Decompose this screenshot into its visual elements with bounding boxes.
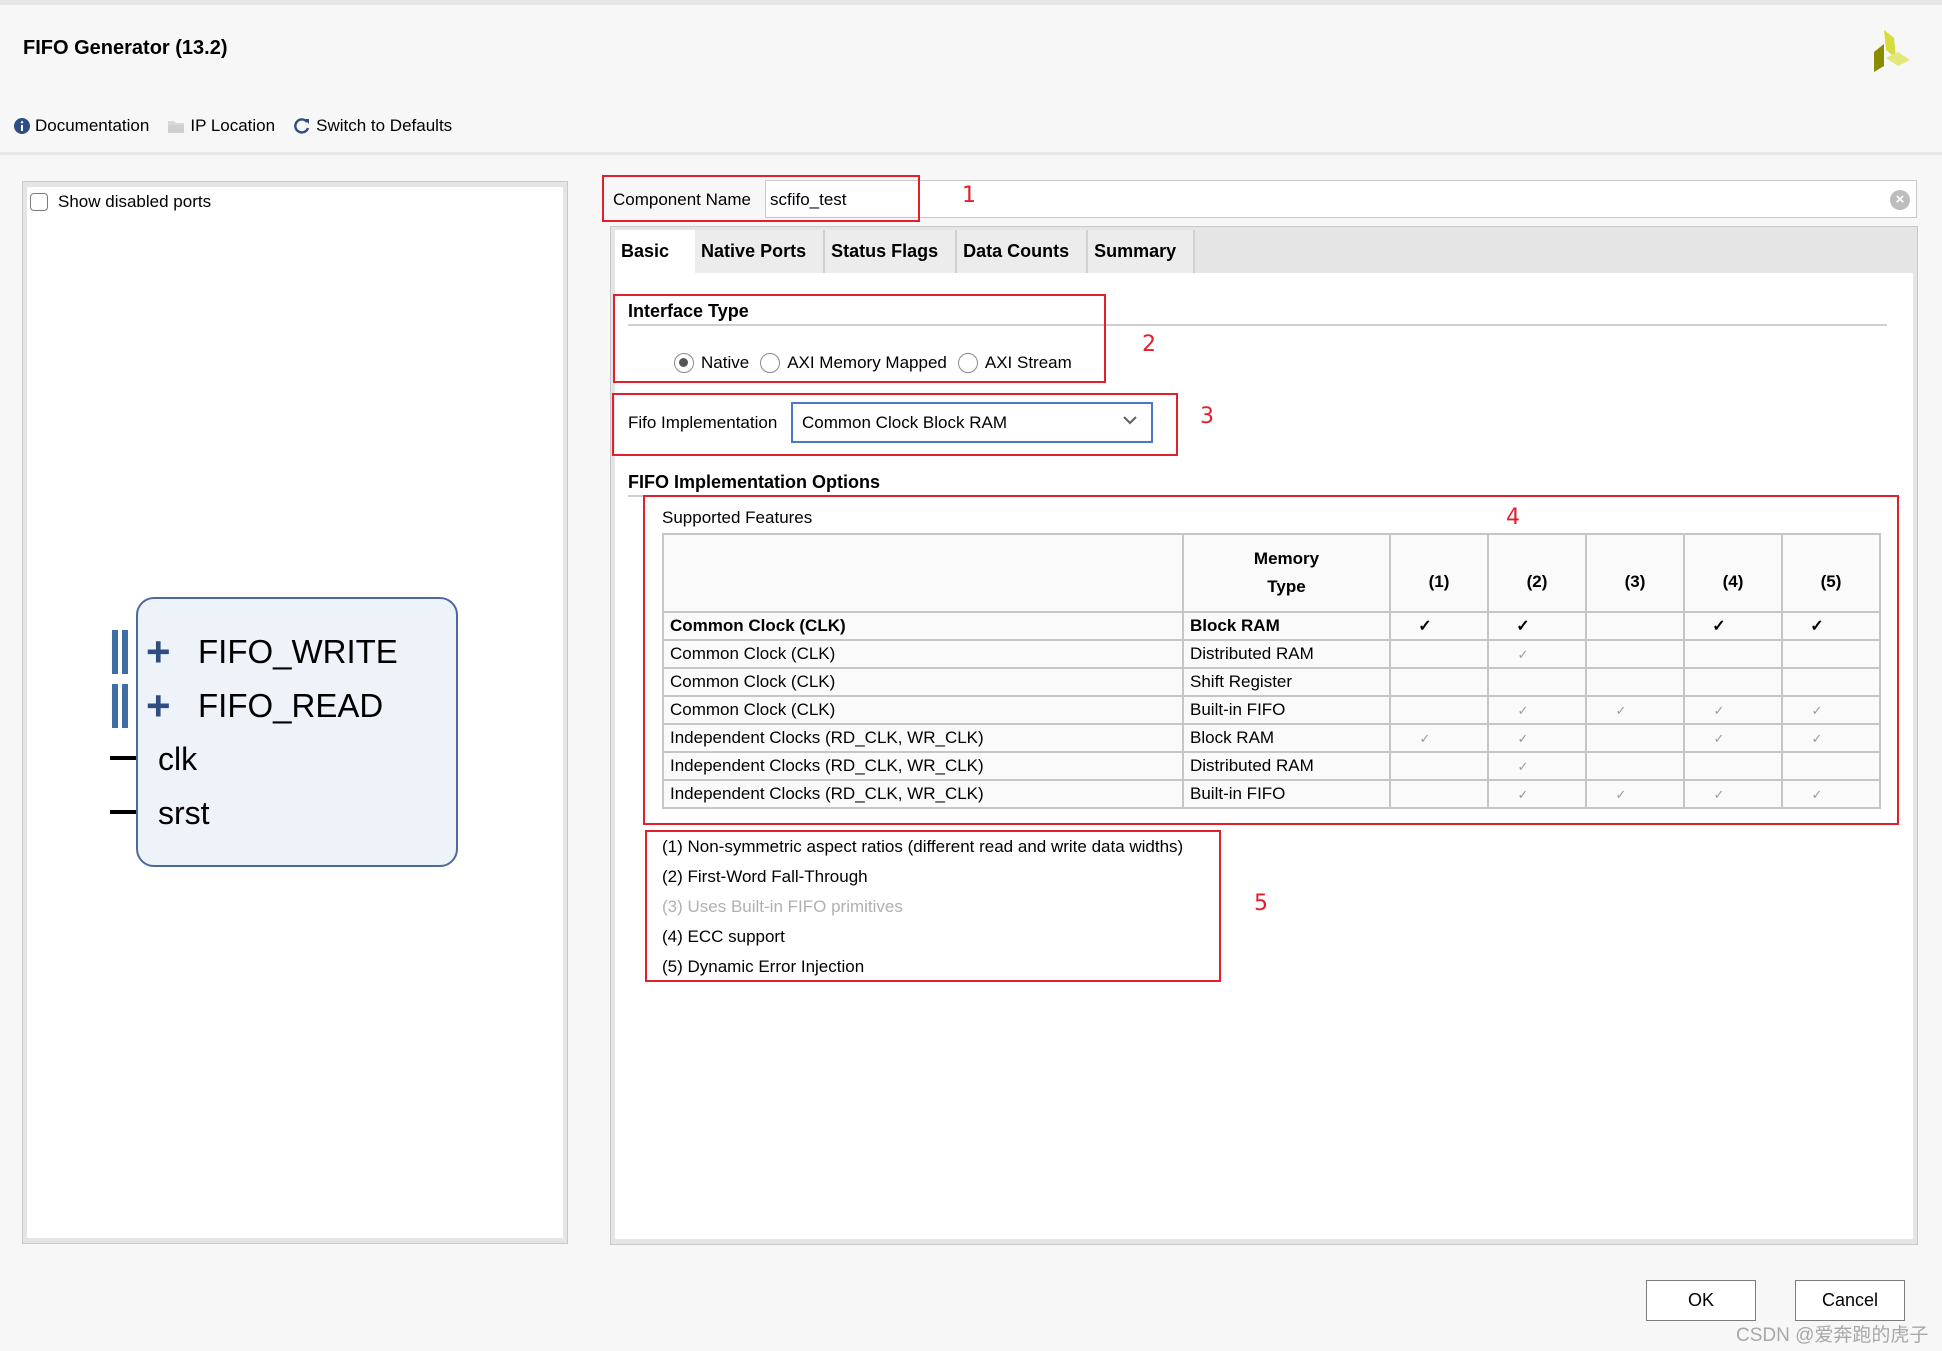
toolbar: Documentation IP Location Switch to Defa… (14, 114, 470, 138)
port-fifo-write: FIFO_WRITE (198, 633, 398, 670)
switch-to-defaults-label: Switch to Defaults (316, 116, 453, 135)
annotation-box-4 (643, 495, 1899, 825)
info-icon (14, 118, 30, 134)
documentation-link[interactable]: Documentation (14, 116, 149, 136)
xilinx-logo-icon (1874, 30, 1910, 72)
annotation-number-5: 5 (1254, 891, 1268, 916)
window-title: FIFO Generator (13.2) (23, 37, 228, 59)
documentation-label: Documentation (35, 116, 150, 135)
tab-basic[interactable]: Basic (615, 230, 696, 273)
tab-summary[interactable]: Summary (1088, 230, 1196, 273)
port-srst: srst (158, 795, 210, 831)
checkbox-box[interactable] (30, 193, 48, 211)
ok-button[interactable]: OK (1646, 1280, 1756, 1321)
annotation-box-2 (613, 294, 1106, 383)
component-name-input[interactable] (765, 180, 1917, 218)
tab-status-flags[interactable]: Status Flags (825, 230, 958, 273)
annotation-box-1 (602, 175, 920, 222)
folder-icon (168, 120, 185, 133)
toolbar-separator (0, 152, 1942, 155)
srst-port-line (110, 810, 136, 814)
port-clk: clk (158, 741, 198, 777)
tab-native-ports[interactable]: Native Ports (695, 230, 826, 273)
port-fifo-read: FIFO_READ (198, 687, 384, 724)
annotation-number-1: 1 (962, 183, 976, 208)
watermark: CSDN @爱奔跑的虎子 (1736, 1325, 1929, 1346)
tab-bar: Basic Native Ports Status Flags Data Cou… (615, 230, 1196, 273)
clk-port-line (110, 756, 136, 760)
refresh-icon (294, 118, 310, 134)
clear-icon[interactable]: × (1890, 190, 1910, 210)
switch-to-defaults-link[interactable]: Switch to Defaults (293, 116, 452, 136)
annotation-number-4: 4 (1506, 505, 1520, 530)
implementation-options-title: FIFO Implementation Options (628, 472, 880, 492)
ip-location-label: IP Location (190, 116, 276, 135)
annotation-number-3: 3 (1200, 404, 1214, 429)
annotation-number-2: 2 (1142, 332, 1156, 357)
annotation-box-3 (612, 393, 1178, 456)
ip-location-link[interactable]: IP Location (167, 116, 275, 136)
annotation-box-5 (645, 830, 1221, 982)
fifo-ip-block: + FIFO_WRITE + FIFO_READ clk srst (136, 597, 458, 867)
show-disabled-ports-label: Show disabled ports (58, 192, 212, 211)
expand-fifo-write-icon[interactable]: + (146, 631, 171, 673)
cancel-button[interactable]: Cancel (1795, 1280, 1905, 1321)
window-top-border (0, 0, 1942, 5)
expand-fifo-read-icon[interactable]: + (146, 685, 171, 727)
show-disabled-ports-checkbox[interactable]: Show disabled ports (30, 192, 211, 212)
tab-data-counts[interactable]: Data Counts (957, 230, 1089, 273)
